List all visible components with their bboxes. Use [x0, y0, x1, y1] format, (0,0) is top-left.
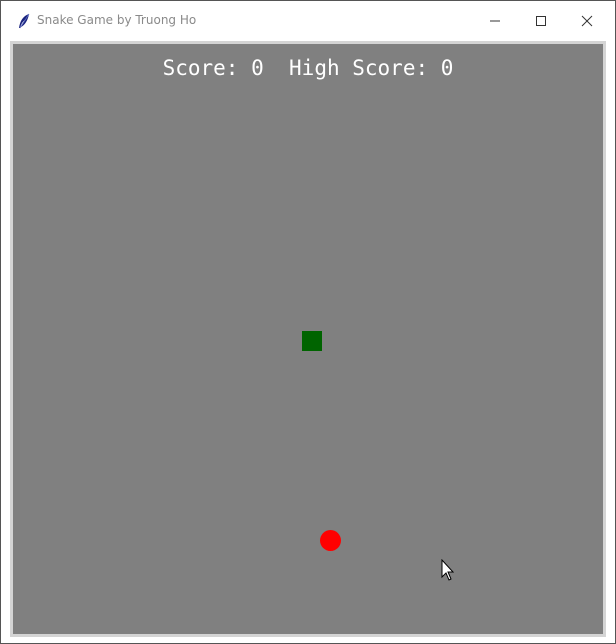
high-score-value: 0	[440, 56, 454, 80]
minimize-icon	[489, 12, 501, 31]
feather-icon	[17, 13, 31, 29]
high-score-label: High Score:	[289, 56, 429, 80]
maximize-icon	[535, 12, 547, 31]
score-value: 0	[251, 56, 264, 80]
app-window: Snake Game by Truong Ho Score: 0 High Sc…	[0, 0, 616, 644]
title-bar[interactable]: Snake Game by Truong Ho	[1, 1, 615, 41]
mouse-cursor-icon	[441, 558, 457, 583]
close-button[interactable]	[564, 1, 610, 41]
game-canvas[interactable]: Score: 0 High Score: 0	[10, 41, 606, 637]
food-apple	[320, 530, 341, 551]
window-title: Snake Game by Truong Ho	[37, 13, 197, 27]
snake-head	[302, 331, 322, 351]
minimize-button[interactable]	[472, 1, 518, 41]
scoreboard: Score: 0 High Score: 0	[13, 56, 603, 80]
close-icon	[581, 12, 593, 31]
score-label: Score:	[162, 56, 239, 80]
maximize-button[interactable]	[518, 1, 564, 41]
